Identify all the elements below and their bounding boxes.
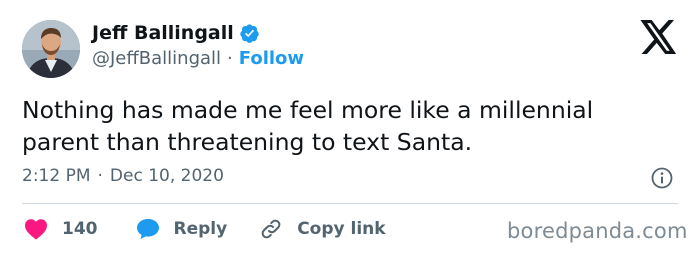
tweet-text-line-2: parent than threatening to text Santa. <box>22 128 473 156</box>
like-button[interactable]: 140 <box>24 218 98 240</box>
tweet-timestamp[interactable]: 2:12 PM · Dec 10, 2020 <box>22 166 224 186</box>
verified-badge-icon <box>239 23 260 44</box>
author-name-row: Jeff Ballingall <box>92 22 260 44</box>
avatar[interactable] <box>22 20 80 78</box>
avatar-image <box>22 20 80 78</box>
tweet-text: Nothing has made me feel more like a mil… <box>22 94 672 158</box>
reply-button[interactable]: Reply <box>136 218 228 240</box>
tweet-time: 2:12 PM <box>22 166 91 186</box>
timestamp-separator: · <box>97 166 103 186</box>
follow-button[interactable]: Follow <box>239 48 304 69</box>
like-count: 140 <box>62 219 98 239</box>
handle-separator: · <box>227 48 233 69</box>
divider <box>22 203 678 204</box>
author-handle-row: @JeffBallingall · Follow <box>92 48 304 69</box>
reply-bubble-icon <box>136 219 159 239</box>
tweet-date: Dec 10, 2020 <box>109 166 224 186</box>
watermark: boredpanda.com <box>507 219 688 243</box>
heart-icon <box>25 219 47 240</box>
copy-link-label: Copy link <box>297 219 386 239</box>
tweet-actions: 140 Reply Copy link <box>24 214 386 244</box>
copy-link-button[interactable]: Copy link <box>259 217 386 241</box>
author-display-name[interactable]: Jeff Ballingall <box>92 22 234 44</box>
tweet-text-line-1: Nothing has made me feel more like a mil… <box>22 96 594 124</box>
link-icon <box>261 219 281 239</box>
x-logo-icon[interactable] <box>640 20 678 54</box>
reply-label: Reply <box>173 219 228 239</box>
author-handle[interactable]: @JeffBallingall <box>92 48 221 69</box>
info-icon[interactable] <box>650 166 674 190</box>
